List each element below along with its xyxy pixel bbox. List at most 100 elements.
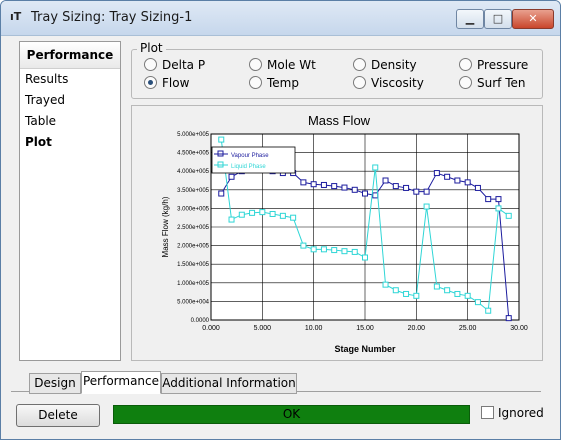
vapour-phase-point bbox=[505, 315, 512, 322]
liquid-phase-point bbox=[228, 216, 235, 223]
x-tick-label: 25.00 bbox=[459, 325, 477, 332]
liquid-phase-point bbox=[351, 248, 358, 255]
radio-delta-p[interactable]: Delta P bbox=[144, 58, 205, 74]
liquid-phase-point bbox=[444, 287, 451, 294]
radio-temp[interactable]: Temp bbox=[249, 76, 299, 92]
vapour-phase-point bbox=[403, 184, 410, 191]
liquid-phase-point bbox=[238, 211, 245, 218]
x-tick-label: 20.00 bbox=[408, 325, 426, 332]
liquid-phase-point bbox=[320, 246, 327, 253]
vapour-phase-point bbox=[392, 183, 399, 190]
radio-viscosity[interactable]: Viscosity bbox=[353, 76, 424, 92]
vapour-phase-point bbox=[433, 170, 440, 177]
vapour-phase-point bbox=[423, 188, 430, 195]
liquid-phase-point bbox=[300, 242, 307, 249]
chart-legend: Vapour Phase Liquid Phase bbox=[211, 146, 296, 174]
vapour-phase-point bbox=[341, 184, 348, 191]
delete-button[interactable]: Delete bbox=[16, 404, 100, 427]
tab-additional-information[interactable]: Additional Information bbox=[161, 373, 297, 394]
radio-surf-ten[interactable]: Surf Ten bbox=[459, 76, 525, 92]
liquid-phase-point bbox=[218, 136, 225, 143]
legend-vapour-label: Vapour Phase bbox=[231, 153, 269, 159]
vapour-phase-point bbox=[310, 181, 317, 188]
radio-label: Temp bbox=[267, 76, 299, 90]
mass-flow-chart: Mass Flow 0.0000 5.000e+004 1.000e+005 1.50… bbox=[132, 106, 540, 358]
sidebar-item-trayed[interactable]: Trayed bbox=[20, 90, 120, 111]
vapour-phase-point bbox=[331, 183, 338, 190]
performance-sidebar: Performance Results Trayed Table Plot bbox=[19, 41, 121, 361]
liquid-phase-point bbox=[331, 247, 338, 254]
chart-title: Mass Flow bbox=[308, 113, 371, 128]
liquid-phase-point bbox=[495, 205, 502, 212]
radio-indicator bbox=[459, 58, 472, 71]
tab-performance[interactable]: Performance bbox=[81, 371, 161, 394]
vapour-phase-point bbox=[218, 190, 225, 197]
liquid-phase-point bbox=[474, 299, 481, 306]
y-tick-label: 4.000e+005 bbox=[177, 169, 210, 175]
radio-indicator-selected bbox=[144, 76, 157, 89]
y-tick-label: 4.500e+005 bbox=[177, 151, 210, 157]
liquid-phase-point bbox=[249, 209, 256, 216]
maximize-button[interactable]: □ bbox=[484, 9, 512, 29]
liquid-phase-point bbox=[433, 283, 440, 290]
x-tick-label: 10.00 bbox=[305, 325, 323, 332]
radio-indicator bbox=[144, 58, 157, 71]
y-tick-label: 1.000e+005 bbox=[177, 281, 210, 287]
radio-pressure[interactable]: Pressure bbox=[459, 58, 528, 74]
tab-design[interactable]: Design bbox=[29, 373, 81, 394]
liquid-phase-point bbox=[413, 292, 420, 299]
vapour-phase-point bbox=[444, 173, 451, 180]
vapour-phase-point bbox=[495, 196, 502, 203]
y-axis-label: Mass Flow (kg/h) bbox=[161, 196, 170, 257]
radio-indicator bbox=[353, 58, 366, 71]
ignored-checkbox[interactable]: Ignored bbox=[481, 406, 544, 420]
x-tick-label: 5.000 bbox=[254, 325, 272, 332]
sidebar-item-plot[interactable]: Plot bbox=[20, 132, 120, 153]
radio-label: Pressure bbox=[477, 58, 529, 72]
radio-label: Surf Ten bbox=[477, 76, 526, 90]
liquid-phase-point bbox=[382, 281, 389, 288]
radio-label: Viscosity bbox=[371, 76, 424, 90]
sidebar-item-table[interactable]: Table bbox=[20, 111, 120, 132]
y-tick-label: 5.000e+004 bbox=[177, 299, 210, 305]
radio-indicator bbox=[249, 76, 262, 89]
liquid-phase-point bbox=[372, 164, 379, 171]
vapour-phase-point bbox=[320, 181, 327, 188]
radio-label: Flow bbox=[162, 76, 190, 90]
liquid-phase-point bbox=[454, 290, 461, 297]
checkbox-box bbox=[481, 406, 494, 419]
app-icon: ıT bbox=[10, 10, 22, 23]
liquid-phase-point bbox=[310, 246, 317, 253]
close-button[interactable]: ✕ bbox=[512, 9, 554, 29]
radio-label: Mole Wt bbox=[267, 58, 316, 72]
liquid-phase-point bbox=[403, 290, 410, 297]
liquid-phase-point bbox=[269, 210, 276, 217]
minimize-button[interactable]: ▁ bbox=[456, 9, 484, 29]
title-bar[interactable]: ıT Tray Sizing: Tray Sizing-1 ▁ □ ✕ bbox=[1, 1, 560, 36]
liquid-phase-point bbox=[485, 307, 492, 314]
liquid-phase-point bbox=[259, 209, 266, 216]
liquid-phase-point bbox=[341, 248, 348, 255]
y-tick-label: 5.000e+005 bbox=[177, 132, 210, 138]
radio-flow[interactable]: Flow bbox=[144, 76, 189, 92]
vapour-phase-point bbox=[300, 179, 307, 186]
y-tick-label: 3.000e+005 bbox=[177, 206, 210, 212]
y-tick-label: 1.500e+005 bbox=[177, 262, 210, 268]
vapour-phase-point bbox=[351, 186, 358, 193]
radio-density[interactable]: Density bbox=[353, 58, 417, 74]
x-tick-label: 15.00 bbox=[356, 325, 374, 332]
status-bar: OK bbox=[113, 405, 470, 424]
radio-mole-wt[interactable]: Mole Wt bbox=[249, 58, 316, 74]
liquid-phase-point bbox=[423, 203, 430, 210]
vapour-phase-point bbox=[382, 177, 389, 184]
vapour-phase-point bbox=[464, 179, 471, 186]
y-tick-label: 2.000e+005 bbox=[177, 244, 210, 250]
radio-indicator bbox=[249, 58, 262, 71]
sidebar-item-results[interactable]: Results bbox=[20, 69, 120, 90]
radio-indicator bbox=[459, 76, 472, 89]
vapour-phase-point bbox=[228, 173, 235, 180]
window-title: Tray Sizing: Tray Sizing-1 bbox=[31, 10, 193, 25]
vapour-phase-point bbox=[413, 188, 420, 195]
x-tick-label: 30.00 bbox=[510, 325, 528, 332]
x-axis-label: Stage Number bbox=[334, 344, 396, 354]
